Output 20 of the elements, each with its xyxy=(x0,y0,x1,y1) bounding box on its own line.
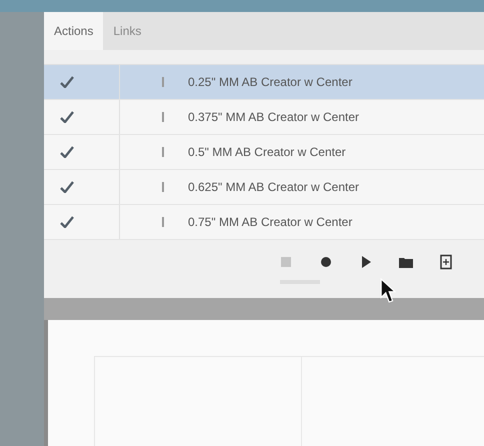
action-row[interactable]: 0.75" MM AB Creator w Center xyxy=(44,205,484,240)
action-row[interactable]: 0.375" MM AB Creator w Center xyxy=(44,100,484,135)
checkmark-icon[interactable] xyxy=(60,76,74,88)
checkmark-icon[interactable] xyxy=(60,146,74,158)
mouse-pointer-icon xyxy=(380,278,396,303)
action-name: 0.625" MM AB Creator w Center xyxy=(188,180,359,194)
checkmark-icon[interactable] xyxy=(60,216,74,228)
panel-tab[interactable]: Actions xyxy=(44,12,104,50)
action-row[interactable]: 0.25" MM AB Creator w Center xyxy=(44,65,484,100)
action-name: 0.25" MM AB Creator w Center xyxy=(188,75,352,89)
stop-icon xyxy=(278,254,294,270)
checkmark-icon[interactable] xyxy=(60,111,74,123)
action-row[interactable]: 0.5" MM AB Creator w Center xyxy=(44,135,484,170)
action-name: 0.75" MM AB Creator w Center xyxy=(188,215,352,229)
action-name: 0.5" MM AB Creator w Center xyxy=(188,145,346,159)
action-row[interactable]: 0.625" MM AB Creator w Center xyxy=(44,170,484,205)
checkmark-icon[interactable] xyxy=(60,181,74,193)
action-name: 0.375" MM AB Creator w Center xyxy=(188,110,359,124)
record-icon xyxy=(318,254,334,270)
new-page-icon xyxy=(438,254,454,270)
